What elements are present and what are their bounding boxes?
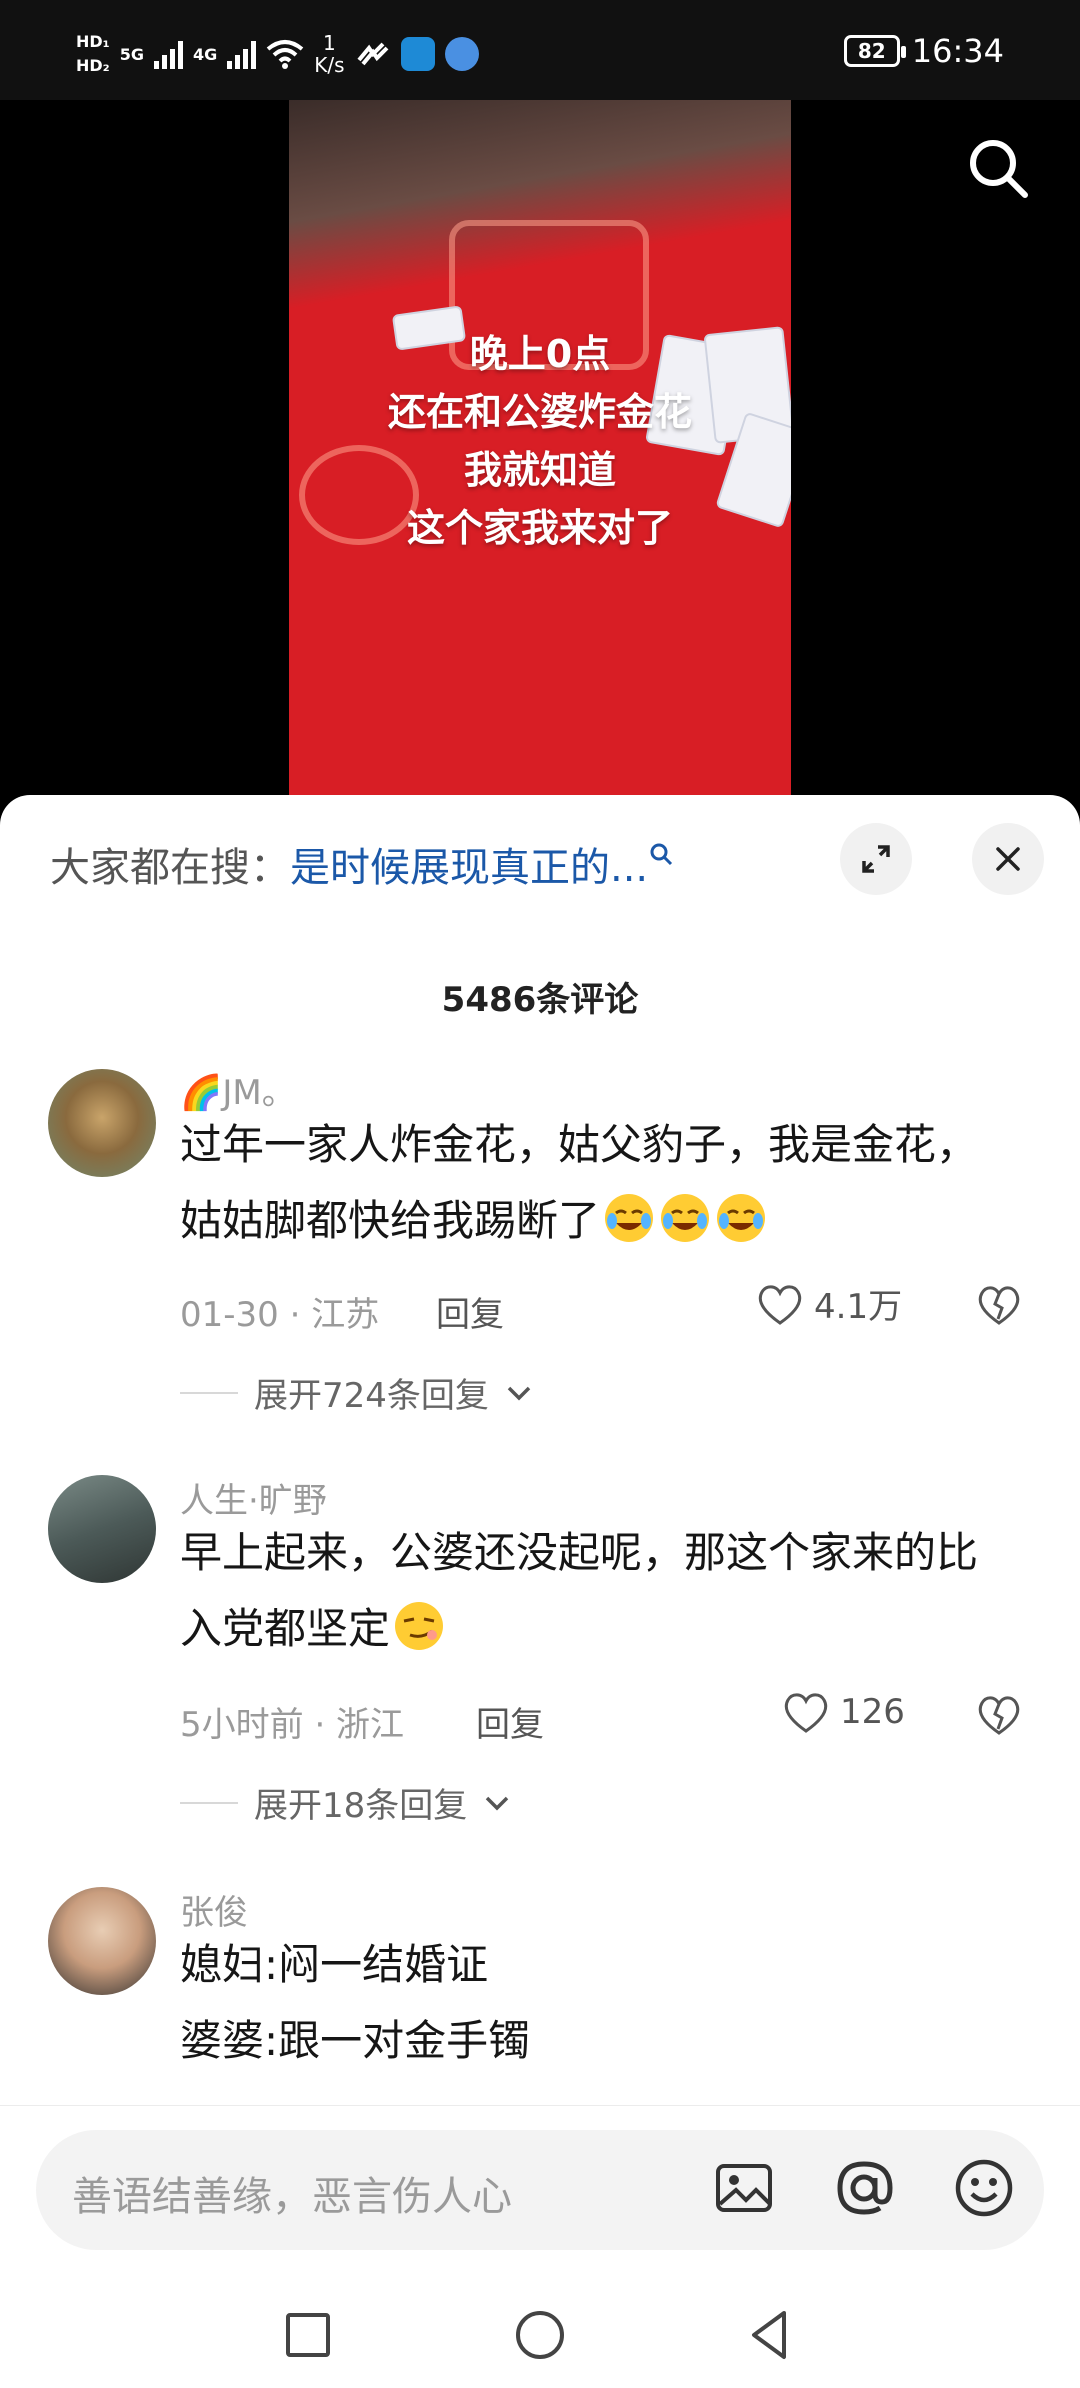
chevron-down-icon	[507, 1386, 531, 1400]
battery-level: 82	[857, 39, 886, 63]
small-search-icon	[650, 843, 673, 865]
close-icon	[996, 847, 1020, 871]
expand-replies-label: 展开18条回复	[254, 1786, 468, 1826]
expand-divider	[180, 1801, 238, 1804]
caption-line-1: 晚上0点	[469, 332, 611, 376]
hms-link-icon	[356, 42, 388, 66]
expand-replies-button[interactable]: 展开18条回复	[180, 1778, 511, 1827]
comment-text[interactable]: 过年一家人炸金花，姑父豹子，我是金花，姑姑脚都快给我踢断了	[180, 1107, 1010, 1259]
comments-count: 5486条评论	[441, 980, 639, 1020]
expand-replies-button[interactable]: 展开724条回复	[180, 1368, 533, 1417]
heart-icon	[784, 1693, 828, 1733]
comment-input-placeholder: 善语结善缘，恶言伤人心	[72, 2174, 512, 2220]
network-4g-label: 4G	[192, 44, 218, 64]
clock: 16:34	[911, 32, 1004, 70]
hd2-label: HD₂	[76, 56, 110, 75]
status-right: 82 16:34	[843, 32, 1004, 70]
status-left: HD₁ HD₂ 5G 4G 1 K/s	[76, 30, 479, 78]
caption-line-4: 这个家我来对了	[406, 506, 673, 550]
wifi-icon	[266, 40, 304, 69]
caption-line-2: 还在和公婆炸金花	[387, 390, 692, 434]
image-icon[interactable]	[712, 2156, 776, 2220]
signal-icon-2	[227, 39, 257, 69]
reply-button[interactable]: 回复	[436, 1287, 504, 1336]
avatar[interactable]	[48, 1069, 156, 1177]
comment-body: 早上起来，公婆还没起呢，那这个家来的比入党都坚定	[180, 1528, 979, 1653]
comment-body: 过年一家人炸金花，姑父豹子，我是金花，姑姑脚都快给我踢断了	[180, 1120, 979, 1245]
comment-input[interactable]: 善语结善缘，恶言伤人心	[36, 2130, 1044, 2250]
back-icon[interactable]	[740, 2305, 800, 2365]
avatar[interactable]	[48, 1475, 156, 1583]
comment-input-bar: 善语结善缘，恶言伤人心	[0, 2105, 1080, 2285]
speed-value: 1	[322, 31, 336, 55]
heart-icon	[758, 1284, 802, 1325]
mention-icon[interactable]	[832, 2156, 896, 2220]
chevron-down-icon	[486, 1796, 509, 1810]
expand-replies-label: 展开724条回复	[254, 1376, 489, 1416]
tears-of-joy-emoji	[717, 1194, 766, 1242]
avatar[interactable]	[48, 1887, 156, 1995]
hot-search-query[interactable]: 是时候展现真正的...	[290, 845, 648, 891]
like-button[interactable]: 126	[782, 1689, 905, 1735]
recent-apps-icon[interactable]	[278, 2305, 338, 2365]
screen: HD₁ HD₂ 5G 4G 1 K/s 82 16:34 晚上0点 还在和公婆炸…	[0, 0, 1080, 2388]
dislike-icon[interactable]	[974, 1689, 1024, 1739]
hd-indicator: HD₁ HD₂	[76, 30, 110, 78]
comment-meta: 01-30 · 江苏	[180, 1295, 380, 1335]
dislike-icon[interactable]	[974, 1279, 1024, 1329]
caption-line-3: 我就知道	[463, 448, 616, 492]
app-notification-icon	[400, 37, 435, 71]
status-bar: HD₁ HD₂ 5G 4G 1 K/s 82 16:34	[0, 0, 1080, 100]
network-5g-label: 5G	[119, 44, 144, 64]
video-player[interactable]: 晚上0点 还在和公婆炸金花 我就知道 这个家我来对了	[289, 100, 791, 800]
hot-search[interactable]: 大家都在搜：是时候展现真正的...	[50, 835, 674, 893]
comment-meta: 5小时前 · 浙江	[180, 1705, 405, 1745]
video-caption: 晚上0点 还在和公婆炸金花 我就知道 这个家我来对了	[289, 325, 791, 557]
like-count: 4.1万	[814, 1287, 903, 1327]
expand-icon	[862, 845, 890, 873]
hd1-label: HD₁	[76, 32, 110, 51]
browser-notification-icon	[444, 37, 479, 71]
comment-line-2: 婆婆:跟一对金手镯	[180, 2016, 531, 2065]
like-count: 126	[840, 1692, 905, 1732]
close-panel-button[interactable]	[972, 823, 1044, 895]
home-icon[interactable]	[510, 2305, 570, 2365]
like-button[interactable]: 4.1万	[756, 1279, 902, 1328]
tears-of-joy-emoji	[605, 1194, 654, 1242]
search-icon[interactable]	[965, 135, 1031, 201]
speed-unit: K/s	[314, 53, 345, 77]
expand-divider	[180, 1391, 238, 1394]
smirk-emoji	[395, 1602, 444, 1650]
tears-of-joy-emoji	[661, 1194, 710, 1242]
battery-icon: 82	[843, 35, 906, 67]
reply-button[interactable]: 回复	[476, 1697, 544, 1746]
emoji-icon[interactable]	[952, 2156, 1016, 2220]
system-nav-bar	[0, 2285, 1080, 2388]
hot-search-label: 大家都在搜：	[50, 845, 290, 891]
expand-panel-button[interactable]	[840, 823, 912, 895]
comment-text[interactable]: 早上起来，公婆还没起呢，那这个家来的比入党都坚定	[180, 1515, 1010, 1667]
comment-text[interactable]: 媳妇:闷一结婚证 婆婆:跟一对金手镯	[180, 1927, 1010, 2079]
network-speed: 1 K/s	[314, 32, 344, 76]
comment-line-1: 媳妇:闷一结婚证	[180, 1940, 489, 1989]
signal-icon	[153, 39, 183, 69]
